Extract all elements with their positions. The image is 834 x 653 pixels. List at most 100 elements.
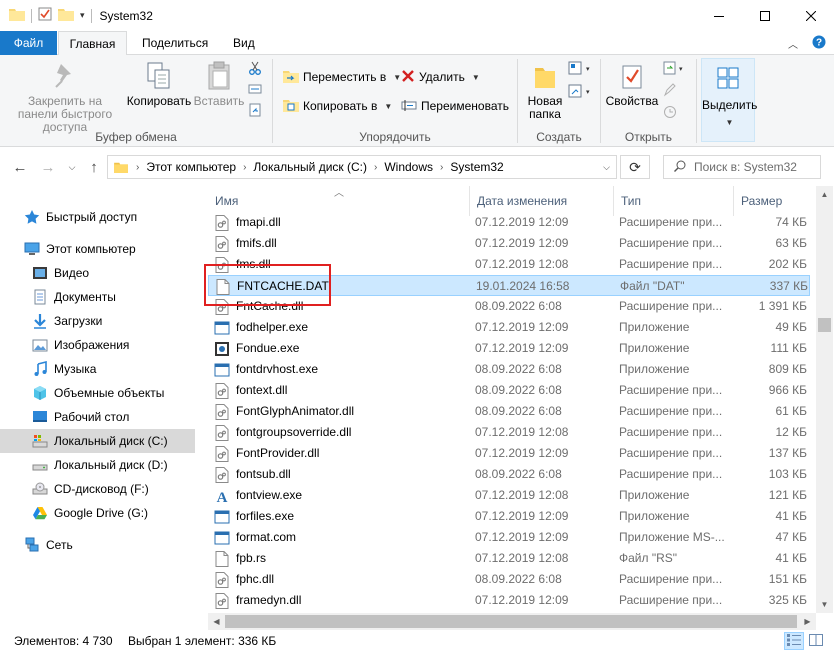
- address-bar[interactable]: › Этот компьютер › Локальный диск (C:) ›…: [107, 155, 617, 179]
- nav-drive-d[interactable]: Локальный диск (D:): [0, 453, 195, 477]
- delete-button[interactable]: Удалить ▼: [401, 66, 480, 88]
- tab-view[interactable]: Вид: [221, 31, 267, 55]
- scroll-thumb[interactable]: [818, 318, 831, 332]
- file-name: fontext.dll: [236, 383, 288, 397]
- scroll-right-button[interactable]: ▶: [799, 613, 816, 630]
- file-date-cell: 08.09.2022 6:08: [475, 404, 562, 418]
- breadcrumb-drive-c[interactable]: Локальный диск (C:): [253, 160, 367, 174]
- copy-path-icon[interactable]: [248, 82, 262, 99]
- table-row[interactable]: Fondue.exe 07.12.2019 12:09 Приложение 111 …: [208, 338, 810, 359]
- file-name-cell: fpb.rs: [214, 548, 469, 569]
- properties-qat-icon[interactable]: [38, 7, 52, 24]
- nav-cd-drive[interactable]: CD-дисковод (F:): [0, 477, 195, 501]
- documents-icon: [32, 289, 48, 305]
- clipboard-group-label: Буфер обмена: [95, 130, 177, 144]
- move-to-button[interactable]: Переместить в ▼: [283, 66, 401, 88]
- horizontal-scrollbar[interactable]: ◀ ▶: [208, 613, 816, 630]
- recent-locations-button[interactable]: ⌵: [62, 157, 82, 177]
- table-row[interactable]: fpb.rs 07.12.2019 12:08 Файл "RS" 41 КБ: [208, 548, 810, 569]
- nav-this-pc[interactable]: Этот компьютер: [0, 237, 195, 261]
- properties-label: Свойства: [605, 94, 659, 108]
- table-row[interactable]: fontgroupsoverride.dll 07.12.2019 12:08 Ра…: [208, 422, 810, 443]
- svg-text:▾: ▾: [586, 89, 590, 96]
- table-row[interactable]: FontGlyphAnimator.dll 08.09.2022 6:08 Расш…: [208, 401, 810, 422]
- paste-button[interactable]: Вставить: [192, 59, 246, 108]
- table-row[interactable]: framedyn.dll 07.12.2019 12:09 Расширение п…: [208, 590, 810, 611]
- refresh-icon: ⟳: [629, 158, 641, 175]
- table-row[interactable]: fmifs.dll 07.12.2019 12:09 Расширение при.…: [208, 233, 810, 254]
- scroll-left-button[interactable]: ◀: [208, 613, 225, 630]
- table-row[interactable]: fontsub.dll 08.09.2022 6:08 Расширение при…: [208, 464, 810, 485]
- paste-shortcut-icon[interactable]: [248, 103, 262, 120]
- nav-videos[interactable]: Видео: [0, 261, 195, 285]
- table-row[interactable]: fmapi.dll 07.12.2019 12:09 Расширение при.…: [208, 212, 810, 233]
- vertical-scrollbar[interactable]: ▲ ▼: [816, 186, 833, 613]
- chevron-down-icon: ▼: [725, 118, 734, 127]
- breadcrumb-windows[interactable]: Windows: [384, 160, 433, 174]
- minimize-button[interactable]: [696, 0, 742, 31]
- nav-downloads[interactable]: Загрузки: [0, 309, 195, 333]
- nav-quick-access[interactable]: Быстрый доступ: [0, 205, 195, 229]
- tab-home[interactable]: Главная: [58, 31, 127, 56]
- easy-access-icon[interactable]: ▾: [568, 84, 590, 101]
- copy-button[interactable]: Копировать: [126, 59, 192, 108]
- file-name-cell: fms.dll: [214, 254, 469, 275]
- pin-quick-access-button[interactable]: Закрепить на панели быстрого доступа: [4, 59, 126, 134]
- table-row[interactable]: fphc.dll 08.09.2022 6:08 Расширение при...…: [208, 569, 810, 590]
- table-row[interactable]: FontProvider.dll 07.12.2019 12:09 Расширен…: [208, 443, 810, 464]
- history-icon[interactable]: [663, 105, 685, 122]
- new-folder-qat-icon[interactable]: [58, 7, 74, 24]
- tab-file[interactable]: Файл: [0, 31, 57, 55]
- forward-button[interactable]: →: [38, 157, 58, 177]
- maximize-button[interactable]: [742, 0, 788, 31]
- horizontal-scroll-thumb[interactable]: [225, 615, 797, 628]
- address-dropdown-icon[interactable]: ⌵: [603, 162, 610, 173]
- file-size-cell: 325 КБ: [768, 593, 807, 607]
- scroll-down-button[interactable]: ▼: [816, 596, 833, 613]
- cut-icon[interactable]: [248, 61, 262, 78]
- create-group: Новая папка ▾ ▾ Создать: [518, 55, 600, 147]
- clipboard-group: Закрепить на панели быстрого доступа Коп…: [0, 55, 272, 147]
- search-input[interactable]: Поиск в: System32: [663, 155, 821, 179]
- up-button[interactable]: ↑: [84, 157, 104, 177]
- search-icon: [674, 160, 686, 175]
- nav-music[interactable]: Музыка: [0, 357, 195, 381]
- back-button[interactable]: ←: [10, 157, 30, 177]
- scroll-up-button[interactable]: ▲: [816, 186, 833, 203]
- new-item-icon[interactable]: ▾: [568, 61, 590, 78]
- nav-desktop[interactable]: Рабочий стол: [0, 405, 195, 429]
- copy-to-button[interactable]: Копировать в ▼: [283, 95, 392, 117]
- help-icon[interactable]: ?: [812, 35, 826, 52]
- refresh-button[interactable]: ⟳: [620, 155, 650, 179]
- table-row[interactable]: Afontview.exe 07.12.2019 12:08 Приложение 1…: [208, 485, 810, 506]
- nav-pictures[interactable]: Изображения: [0, 333, 195, 357]
- table-row[interactable]: fms.dll 07.12.2019 12:08 Расширение при...…: [208, 254, 810, 275]
- table-row[interactable]: fodhelper.exe 07.12.2019 12:09 Приложение 4…: [208, 317, 810, 338]
- properties-button[interactable]: Свойства: [603, 59, 661, 108]
- open-icon[interactable]: ▾: [663, 61, 685, 78]
- file-size-cell: 111 КБ: [770, 341, 807, 355]
- details-view-button[interactable]: [784, 632, 804, 650]
- nav-documents[interactable]: Документы: [0, 285, 195, 309]
- table-row[interactable]: format.com 07.12.2019 12:09 Приложение MS-…: [208, 527, 810, 548]
- nav-3d-objects[interactable]: Объемные объекты: [0, 381, 195, 405]
- table-row[interactable]: FntCache.dll 08.09.2022 6:08 Расширение пр…: [208, 296, 810, 317]
- table-row[interactable]: fontdrvhost.exe 08.09.2022 6:08 Приложение…: [208, 359, 810, 380]
- edit-icon[interactable]: [663, 83, 685, 100]
- close-button[interactable]: [788, 0, 834, 31]
- table-row[interactable]: FNTCACHE.DAT 19.01.2024 16:58 Файл "DAT" 33…: [208, 275, 810, 296]
- select-button[interactable]: Выделить ▼: [701, 58, 757, 142]
- nav-drive-c[interactable]: Локальный диск (C:): [0, 429, 195, 453]
- nav-network[interactable]: Сеть: [0, 533, 195, 557]
- qat-dropdown-icon[interactable]: ▾: [80, 10, 85, 21]
- breadcrumb-system32[interactable]: System32: [450, 160, 503, 174]
- new-folder-button[interactable]: Новая папка: [522, 59, 568, 121]
- table-row[interactable]: forfiles.exe 07.12.2019 12:09 Приложение 41…: [208, 506, 810, 527]
- table-row[interactable]: fontext.dll 08.09.2022 6:08 Расширение при…: [208, 380, 810, 401]
- breadcrumb-this-pc[interactable]: Этот компьютер: [146, 160, 236, 174]
- tab-share[interactable]: Поделиться: [130, 31, 220, 55]
- chevron-up-icon[interactable]: ︿: [788, 36, 798, 51]
- nav-google-drive[interactable]: Google Drive (G:): [0, 501, 195, 525]
- large-icons-view-button[interactable]: [806, 632, 826, 650]
- rename-button[interactable]: Переименовать: [401, 95, 509, 117]
